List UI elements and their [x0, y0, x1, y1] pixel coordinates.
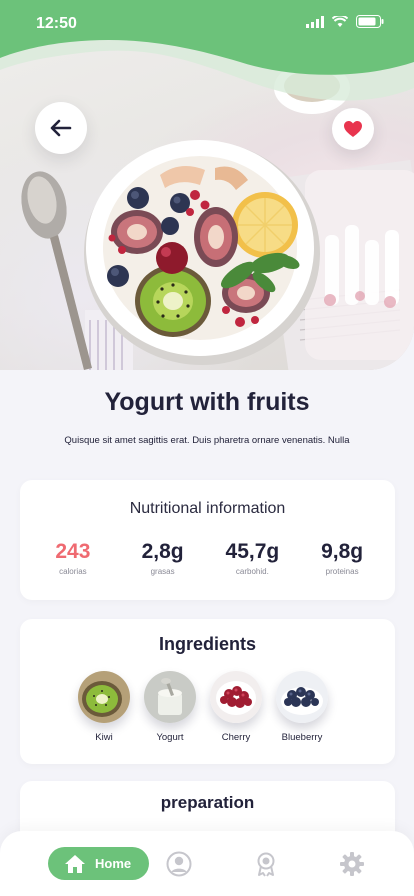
nutrition-label: proteinas — [325, 567, 359, 576]
bottom-tab-bar: Home — [0, 831, 414, 896]
profile-icon[interactable] — [166, 851, 192, 877]
back-button[interactable] — [35, 102, 87, 154]
gear-icon[interactable] — [339, 851, 365, 877]
award-icon[interactable] — [253, 851, 279, 877]
ingredient-kiwi[interactable]: Kiwi — [78, 671, 130, 743]
nutrition-item-fat: 2,8g grasas — [123, 540, 203, 576]
preparation-title: preparation — [160, 793, 255, 812]
wifi-icon — [332, 15, 348, 27]
nutrition-item-protein: 9,8g proteinas — [302, 540, 382, 576]
battery-icon — [356, 15, 384, 28]
nutrition-value: 9,8g — [321, 540, 364, 563]
yogurt-image — [144, 671, 196, 723]
nutrition-label: grasas — [150, 567, 175, 576]
blueberry-image — [276, 671, 328, 723]
ingredient-yogurt[interactable]: Yogurt — [144, 671, 196, 743]
cherry-image — [210, 671, 262, 723]
ingredient-blueberry[interactable]: Blueberry — [276, 671, 328, 743]
nutrition-title: Nutritional information — [129, 500, 286, 517]
nutrition-value: 243 — [55, 540, 91, 563]
nutrition-value: 45,7g — [225, 540, 280, 563]
ingredient-label: Blueberry — [281, 732, 323, 743]
ingredients-title: Ingredients — [158, 634, 256, 654]
heart-icon — [344, 121, 362, 137]
home-icon — [65, 854, 85, 873]
nutrition-item-carbs: 45,7g carbohid. — [212, 540, 292, 576]
tab-home-label: Home — [95, 856, 132, 871]
recipe-description: Quisque sit amet sagittis erat. Duis pha… — [64, 435, 350, 446]
signal-icon — [306, 15, 324, 28]
ingredient-label: Yogurt — [156, 732, 184, 743]
favorite-button[interactable] — [332, 108, 374, 150]
kiwi-image — [78, 671, 130, 723]
ingredient-label: Kiwi — [95, 732, 113, 743]
tab-home[interactable]: Home — [48, 847, 149, 880]
nutrition-value: 2,8g — [141, 540, 184, 563]
nutrition-item-calories: 243 calorias — [33, 540, 113, 576]
status-time: 12:50 — [36, 15, 77, 32]
ingredient-cherry[interactable]: Cherry — [210, 671, 262, 743]
ingredient-label: Cherry — [221, 732, 251, 743]
recipe-title: Yogurt with fruits — [104, 388, 310, 416]
arrow-left-icon — [50, 119, 72, 137]
nutrition-card: Nutritional information 243 calorias 2,8… — [20, 480, 395, 600]
nutrition-label: calorias — [59, 567, 87, 576]
nutrition-label: carbohid. — [235, 567, 269, 576]
status-bar: 12:50 — [0, 0, 414, 48]
ingredients-card: Ingredients Kiwi Yogurt Cherry Blueberry — [20, 619, 395, 764]
